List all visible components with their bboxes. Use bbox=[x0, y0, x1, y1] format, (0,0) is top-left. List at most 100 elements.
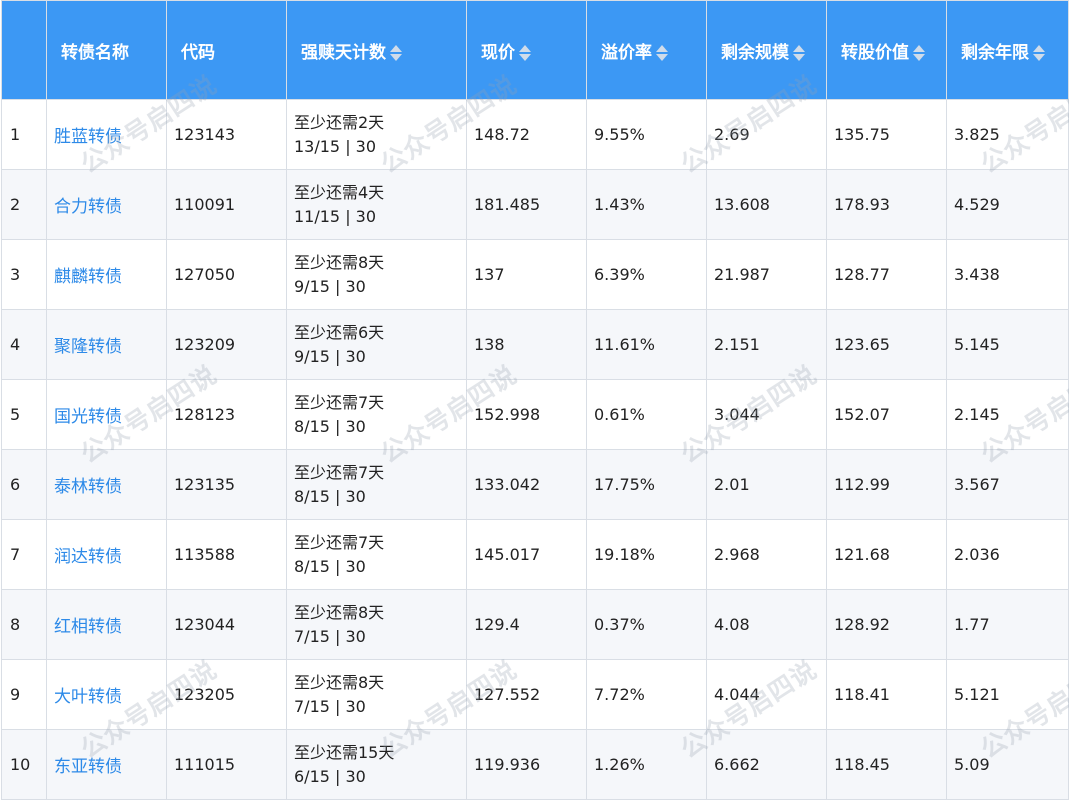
redeem-countdown: 至少还需8天 7/15 | 30 bbox=[294, 601, 466, 649]
premium-cell: 1.43% bbox=[586, 169, 707, 240]
bond-name-link[interactable]: 胜蓝转债 bbox=[54, 127, 122, 147]
code-cell: 123044 bbox=[166, 589, 287, 660]
bond-name-link[interactable]: 泰林转债 bbox=[54, 477, 122, 497]
sort-caret-icon[interactable] bbox=[1033, 43, 1046, 63]
bond-name-link[interactable]: 国光转债 bbox=[54, 407, 122, 427]
price-cell: 119.936 bbox=[466, 729, 587, 800]
table-row: 8 红相转债 123044 至少还需8天 7/15 | 30 129.4 0.37% 4.08… bbox=[1, 589, 1069, 660]
countdown-days: 至少还需6天 bbox=[294, 322, 385, 342]
remaining-size-cell: 6.662 bbox=[706, 729, 827, 800]
redeem-count-cell: 至少还需4天 11/15 | 30 bbox=[286, 169, 467, 240]
sort-caret-icon[interactable] bbox=[913, 43, 926, 63]
index-header bbox=[1, 0, 47, 100]
bond-name-cell: 胜蓝转债 bbox=[46, 99, 167, 170]
table-row: 9 大叶转债 123205 至少还需8天 7/15 | 30 127.552 7.72% 4.… bbox=[1, 659, 1069, 730]
bond-name-cell: 泰林转债 bbox=[46, 449, 167, 520]
conversion-value-header[interactable]: 转股价值 bbox=[826, 0, 947, 100]
row-index: 9 bbox=[1, 659, 47, 730]
premium-cell: 1.26% bbox=[586, 729, 707, 800]
redeem-count-cell: 至少还需8天 7/15 | 30 bbox=[286, 589, 467, 660]
redeem-countdown: 至少还需8天 7/15 | 30 bbox=[294, 671, 466, 719]
premium-cell: 19.18% bbox=[586, 519, 707, 590]
header-label: 溢价率 bbox=[601, 42, 652, 63]
conversion-value-cell: 118.41 bbox=[826, 659, 947, 730]
bond-name-cell: 合力转债 bbox=[46, 169, 167, 240]
conversion-value-cell: 121.68 bbox=[826, 519, 947, 590]
bond-name-link[interactable]: 大叶转债 bbox=[54, 687, 122, 707]
remaining-size-cell: 4.044 bbox=[706, 659, 827, 730]
bond-name-cell: 麒麟转债 bbox=[46, 239, 167, 310]
bond-name-cell: 东亚转债 bbox=[46, 729, 167, 800]
conversion-value-cell: 118.45 bbox=[826, 729, 947, 800]
header-label: 转股价值 bbox=[841, 42, 909, 63]
remaining-years-cell: 5.09 bbox=[946, 729, 1069, 800]
remaining-years-cell: 1.77 bbox=[946, 589, 1069, 660]
remaining-size-cell: 4.08 bbox=[706, 589, 827, 660]
price-cell: 152.998 bbox=[466, 379, 587, 450]
sort-caret-icon[interactable] bbox=[793, 43, 806, 63]
sort-caret-icon[interactable] bbox=[390, 43, 403, 63]
bond-name-link[interactable]: 东亚转债 bbox=[54, 757, 122, 777]
remaining-size-header[interactable]: 剩余规模 bbox=[706, 0, 827, 100]
code-cell: 123205 bbox=[166, 659, 287, 730]
header-label: 代码 bbox=[181, 42, 215, 63]
conversion-value-cell: 128.92 bbox=[826, 589, 947, 660]
table-body: 1 胜蓝转债 123143 至少还需2天 13/15 | 30 148.72 9.55% 2.… bbox=[1, 99, 1069, 800]
countdown-progress: 9/15 | 30 bbox=[294, 276, 366, 296]
price-header[interactable]: 现价 bbox=[466, 0, 587, 100]
bond-name-cell: 红相转债 bbox=[46, 589, 167, 660]
bond-name-link[interactable]: 红相转债 bbox=[54, 617, 122, 637]
bond-name-cell: 润达转债 bbox=[46, 519, 167, 590]
bond-name-link[interactable]: 聚隆转债 bbox=[54, 337, 122, 357]
remaining-years-cell: 4.529 bbox=[946, 169, 1069, 240]
code-cell: 110091 bbox=[166, 169, 287, 240]
bond-name-header: 转债名称 bbox=[46, 0, 167, 100]
remaining-years-cell: 2.036 bbox=[946, 519, 1069, 590]
redeem-count-cell: 至少还需7天 8/15 | 30 bbox=[286, 519, 467, 590]
remaining-size-cell: 21.987 bbox=[706, 239, 827, 310]
convertible-bond-table: 转债名称 代码 强赎天计数 现价 溢价率 剩余规模 转股价值 剩余年限 1 胜蓝转债 123143… bbox=[1, 0, 1069, 800]
premium-header[interactable]: 溢价率 bbox=[586, 0, 707, 100]
redeem-count-header[interactable]: 强赎天计数 bbox=[286, 0, 467, 100]
countdown-days: 至少还需4天 bbox=[294, 182, 385, 202]
price-cell: 138 bbox=[466, 309, 587, 380]
table-row: 6 泰林转债 123135 至少还需7天 8/15 | 30 133.042 17.75% 2… bbox=[1, 449, 1069, 520]
price-cell: 181.485 bbox=[466, 169, 587, 240]
bond-name-link[interactable]: 合力转债 bbox=[54, 197, 122, 217]
sort-caret-icon[interactable] bbox=[519, 43, 532, 63]
table-row: 5 国光转债 128123 至少还需7天 8/15 | 30 152.998 0.61% 3.… bbox=[1, 379, 1069, 450]
countdown-days: 至少还需2天 bbox=[294, 112, 385, 132]
countdown-days: 至少还需15天 bbox=[294, 742, 395, 762]
premium-cell: 0.61% bbox=[586, 379, 707, 450]
remaining-years-header[interactable]: 剩余年限 bbox=[946, 0, 1069, 100]
bond-name-link[interactable]: 润达转债 bbox=[54, 547, 122, 567]
code-cell: 128123 bbox=[166, 379, 287, 450]
redeem-countdown: 至少还需8天 9/15 | 30 bbox=[294, 251, 466, 299]
redeem-count-cell: 至少还需7天 8/15 | 30 bbox=[286, 379, 467, 450]
countdown-progress: 8/15 | 30 bbox=[294, 416, 366, 436]
price-cell: 137 bbox=[466, 239, 587, 310]
redeem-count-cell: 至少还需8天 7/15 | 30 bbox=[286, 659, 467, 730]
price-cell: 133.042 bbox=[466, 449, 587, 520]
row-index: 6 bbox=[1, 449, 47, 520]
countdown-progress: 13/15 | 30 bbox=[294, 136, 377, 156]
sort-caret-icon[interactable] bbox=[656, 43, 669, 63]
countdown-days: 至少还需7天 bbox=[294, 532, 385, 552]
header-label: 剩余规模 bbox=[721, 42, 789, 63]
countdown-progress: 11/15 | 30 bbox=[294, 206, 377, 226]
row-index: 7 bbox=[1, 519, 47, 590]
header-label: 剩余年限 bbox=[961, 42, 1029, 63]
redeem-countdown: 至少还需4天 11/15 | 30 bbox=[294, 181, 466, 229]
countdown-progress: 9/15 | 30 bbox=[294, 346, 366, 366]
remaining-size-cell: 13.608 bbox=[706, 169, 827, 240]
row-index: 3 bbox=[1, 239, 47, 310]
price-cell: 127.552 bbox=[466, 659, 587, 730]
table-row: 4 聚隆转债 123209 至少还需6天 9/15 | 30 138 11.61% 2.151… bbox=[1, 309, 1069, 380]
bond-name-link[interactable]: 麒麟转债 bbox=[54, 267, 122, 287]
countdown-days: 至少还需8天 bbox=[294, 602, 385, 622]
countdown-progress: 7/15 | 30 bbox=[294, 696, 366, 716]
redeem-countdown: 至少还需6天 9/15 | 30 bbox=[294, 321, 466, 369]
price-cell: 148.72 bbox=[466, 99, 587, 170]
countdown-days: 至少还需7天 bbox=[294, 462, 385, 482]
table-row: 3 麒麟转债 127050 至少还需8天 9/15 | 30 137 6.39% 21.987… bbox=[1, 239, 1069, 310]
